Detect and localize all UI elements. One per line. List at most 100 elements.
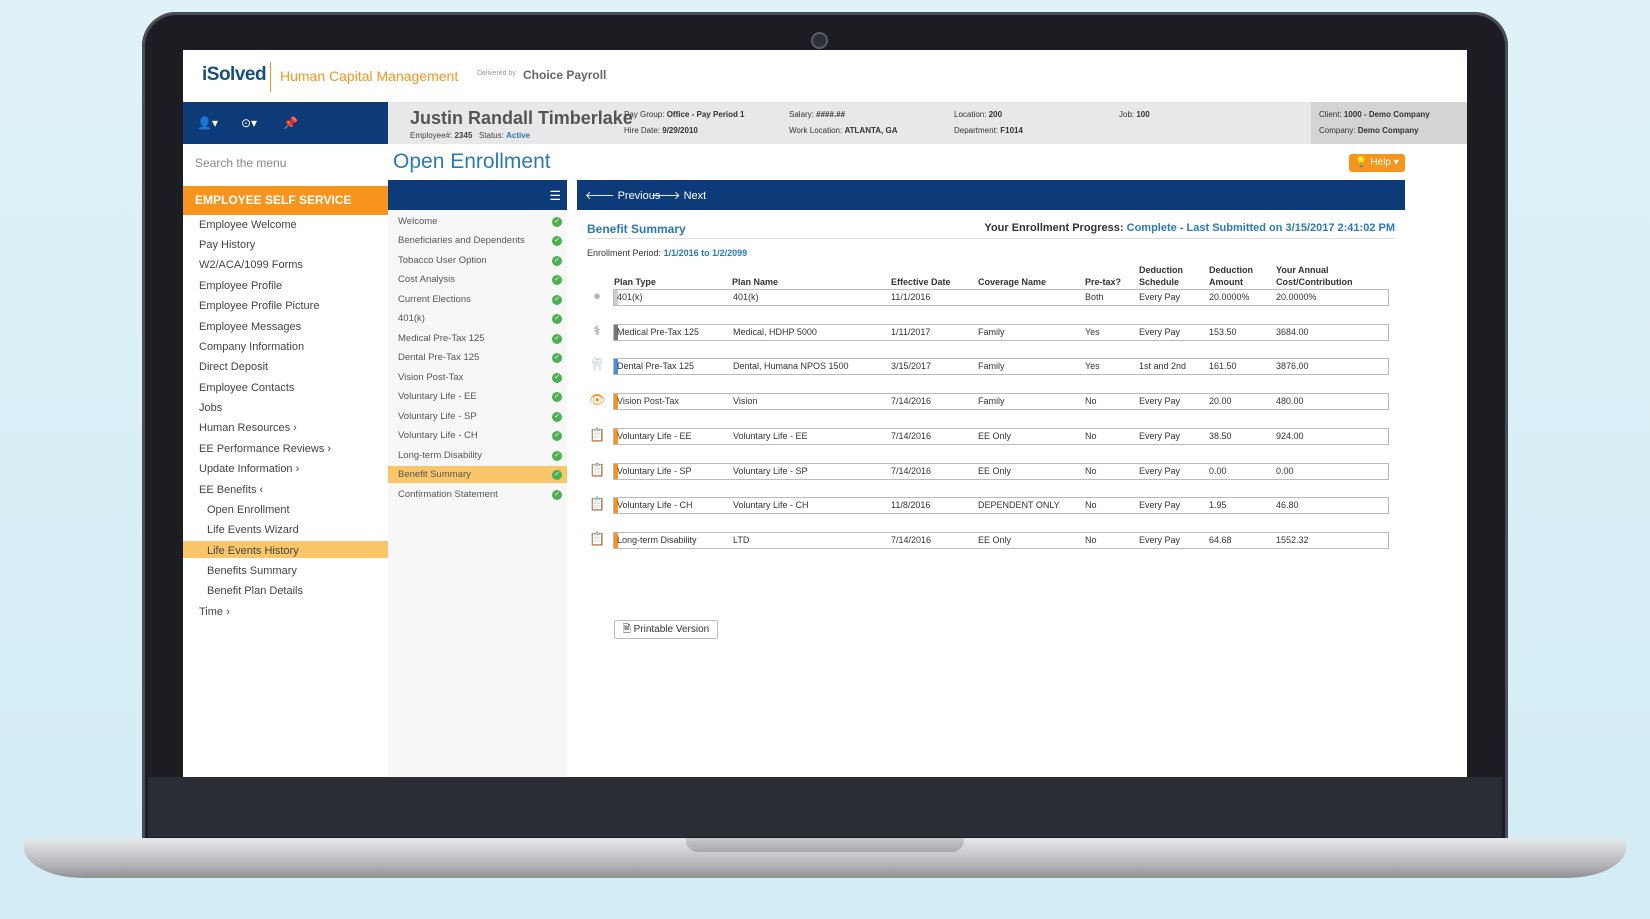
step-item[interactable]: Confirmation Statement <box>398 489 498 500</box>
step-item[interactable]: Welcome <box>398 216 437 227</box>
table-row[interactable]: Medical Pre-Tax 125 Medical, HDHP 5000 1/1… <box>613 323 1389 341</box>
sidebar-item-employee-messages[interactable]: Employee Messages <box>199 321 301 333</box>
employee-number: 2345 <box>454 131 473 140</box>
location-value: 200 <box>988 110 1003 119</box>
sidebar-item-jobs[interactable]: Jobs <box>199 402 222 414</box>
sidebar-item-direct-deposit[interactable]: Direct Deposit <box>199 361 268 373</box>
sidebar-item-profile-picture[interactable]: Employee Profile Picture <box>199 300 319 312</box>
table-row[interactable]: Voluntary Life - CH Voluntary Life - CH 11… <box>613 497 1389 515</box>
printable-label: Printable Version <box>633 624 710 635</box>
cell-plan-name: Voluntary Life - SP <box>733 465 808 476</box>
table-row[interactable]: 401(k) 401(k) 11/1/2016 Both Every Pay 20.000… <box>613 289 1389 306</box>
next-button[interactable]: 🡒 Next <box>651 188 706 202</box>
sidebar-item-company-information[interactable]: Company Information <box>199 341 304 353</box>
step-item[interactable]: Vision Post-Tax <box>398 372 463 383</box>
history-menu-icon[interactable]: ⊙▾ <box>241 116 257 130</box>
pin-icon[interactable]: 📌 <box>283 116 298 130</box>
sidebar-item-human-resources[interactable]: Human Resources › <box>199 422 297 434</box>
camera-icon <box>811 32 828 49</box>
amount-header-line1: Deduction <box>1209 265 1253 275</box>
sidebar-item-performance-reviews[interactable]: EE Performance Reviews › <box>199 443 331 455</box>
step-item[interactable]: Current Elections <box>398 294 471 305</box>
sidebar-item-benefits-summary[interactable]: Benefits Summary <box>207 565 297 577</box>
cell-pretax: No <box>1085 500 1097 511</box>
sidebar-item-pay-history[interactable]: Pay History <box>199 239 255 251</box>
benefit-summary-panel: 🡐 Previous 🡒 Next Benefit Summary Your E… <box>577 180 1405 777</box>
step-item[interactable]: Voluntary Life - EE <box>398 391 477 402</box>
table-row[interactable]: Voluntary Life - SP Voluntary Life - SP 7/… <box>613 462 1389 480</box>
cell-plan-name: 401(k) <box>733 292 759 302</box>
clipboard-icon: 📋 <box>589 426 606 442</box>
step-item[interactable]: Voluntary Life - SP <box>398 411 477 422</box>
cell-amount: 20.0000% <box>1209 292 1250 302</box>
cell-effective: 7/14/2016 <box>891 465 932 476</box>
sidebar-item-benefit-plan-details[interactable]: Benefit Plan Details <box>207 585 303 597</box>
employee-number-label: Employee#: <box>410 131 453 140</box>
table-row[interactable]: Vision Post-Tax Vision 7/14/2016 Family No Ev… <box>613 393 1389 411</box>
isolved-logo[interactable]: iSolved <box>202 64 267 86</box>
sidebar-item-ee-benefits[interactable]: EE Benefits ‹ <box>199 484 263 496</box>
sidebar-item-update-information[interactable]: Update Information › <box>199 463 299 475</box>
cell-amount: 64.68 <box>1209 534 1232 545</box>
delivered-by-label: Delivered by <box>477 70 516 77</box>
salary-label: Salary: <box>789 110 814 119</box>
cell-plan-type: Dental Pre-Tax 125 <box>617 361 695 372</box>
company: Company: Demo Company <box>1319 126 1419 135</box>
cell-plan-name: Dental, Humana NPOS 1500 <box>733 361 849 372</box>
cell-plan-name: Medical, HDHP 5000 <box>733 326 817 337</box>
hamburger-icon[interactable]: ☰ <box>549 188 561 204</box>
step-item[interactable]: Long-term Disability <box>398 450 482 461</box>
cell-plan-type: Voluntary Life - EE <box>617 430 692 441</box>
check-icon: ✓ <box>552 353 562 363</box>
cell-schedule: Every Pay <box>1139 465 1181 476</box>
enrollment-progress: Your Enrollment Progress: Complete - Las… <box>984 222 1395 234</box>
cell-schedule: Every Pay <box>1139 534 1181 545</box>
step-item[interactable]: Cost Analysis <box>398 274 455 285</box>
sidebar-item-open-enrollment[interactable]: Open Enrollment <box>207 504 290 516</box>
step-item[interactable]: Voluntary Life - CH <box>398 430 478 441</box>
wizard-nav-bar: 🡐 Previous 🡒 Next <box>577 180 1405 210</box>
status-label: Status: <box>478 131 504 140</box>
previous-button[interactable]: 🡐 Previous <box>585 188 660 202</box>
cell-effective: 7/14/2016 <box>891 534 932 545</box>
document-icon: 🗎 <box>622 624 631 635</box>
table-row[interactable]: Long-term Disability LTD 7/14/2016 EE Only N… <box>613 531 1389 549</box>
sidebar-item-employee-contacts[interactable]: Employee Contacts <box>199 382 294 394</box>
cell-annual: 0.00 <box>1276 465 1294 476</box>
table-row[interactable]: Dental Pre-Tax 125 Dental, Humana NPOS 15… <box>613 358 1389 376</box>
step-item[interactable]: 401(k) <box>398 313 425 324</box>
client: Client: 1000 - Demo Company <box>1319 110 1430 119</box>
sidebar-item-time[interactable]: Time › <box>199 606 230 618</box>
printable-version-button[interactable]: 🗎 Printable Version <box>614 620 718 639</box>
step-item[interactable]: Tobacco User Option <box>398 255 487 266</box>
salary-value: ####.## <box>816 110 846 119</box>
cell-plan-name: LTD <box>733 534 750 545</box>
sidebar-item-life-events-history[interactable]: Life Events History <box>207 545 299 557</box>
column-header-schedule: Deduction Schedule <box>1139 264 1183 288</box>
cell-pretax: Yes <box>1085 326 1100 337</box>
sidebar-item-employee-profile[interactable]: Employee Profile <box>199 280 282 292</box>
sidebar-item-employee-welcome[interactable]: Employee Welcome <box>199 219 297 231</box>
section-header-ess[interactable]: EMPLOYEE SELF SERVICE <box>183 186 388 215</box>
step-item[interactable]: Beneficiaries and Dependents <box>398 235 525 246</box>
help-button[interactable]: 💡 Help ▾ <box>1349 154 1405 172</box>
step-item[interactable]: Dental Pre-Tax 125 <box>398 352 479 363</box>
menu-search-input[interactable]: Search the menu <box>195 156 286 170</box>
clipboard-icon: 📋 <box>589 496 606 512</box>
sidebar-item-life-events-wizard[interactable]: Life Events Wizard <box>207 524 299 536</box>
period-label: Enrollment Period: <box>587 248 662 258</box>
location: Location: 200 <box>954 110 1002 119</box>
step-item[interactable]: Medical Pre-Tax 125 <box>398 333 485 344</box>
client-header: Client: 1000 - Demo Company Company: Dem… <box>1311 102 1467 144</box>
employee-meta: Employee#: 2345 Status: Active <box>410 131 530 140</box>
sidebar-item-w2-forms[interactable]: W2/ACA/1099 Forms <box>199 259 303 271</box>
client-value: 1000 - Demo Company <box>1343 110 1430 119</box>
cell-annual: 3684.00 <box>1276 326 1309 337</box>
step-item-current[interactable]: Benefit Summary <box>398 469 471 480</box>
table-row[interactable]: Voluntary Life - EE Voluntary Life - EE 7/… <box>613 427 1389 445</box>
cell-schedule: Every Pay <box>1139 500 1181 511</box>
check-icon: ✓ <box>552 392 562 402</box>
cell-schedule: Every Pay <box>1139 396 1181 407</box>
user-menu-icon[interactable]: 👤▾ <box>197 116 218 130</box>
cell-annual: 480.00 <box>1276 396 1304 407</box>
